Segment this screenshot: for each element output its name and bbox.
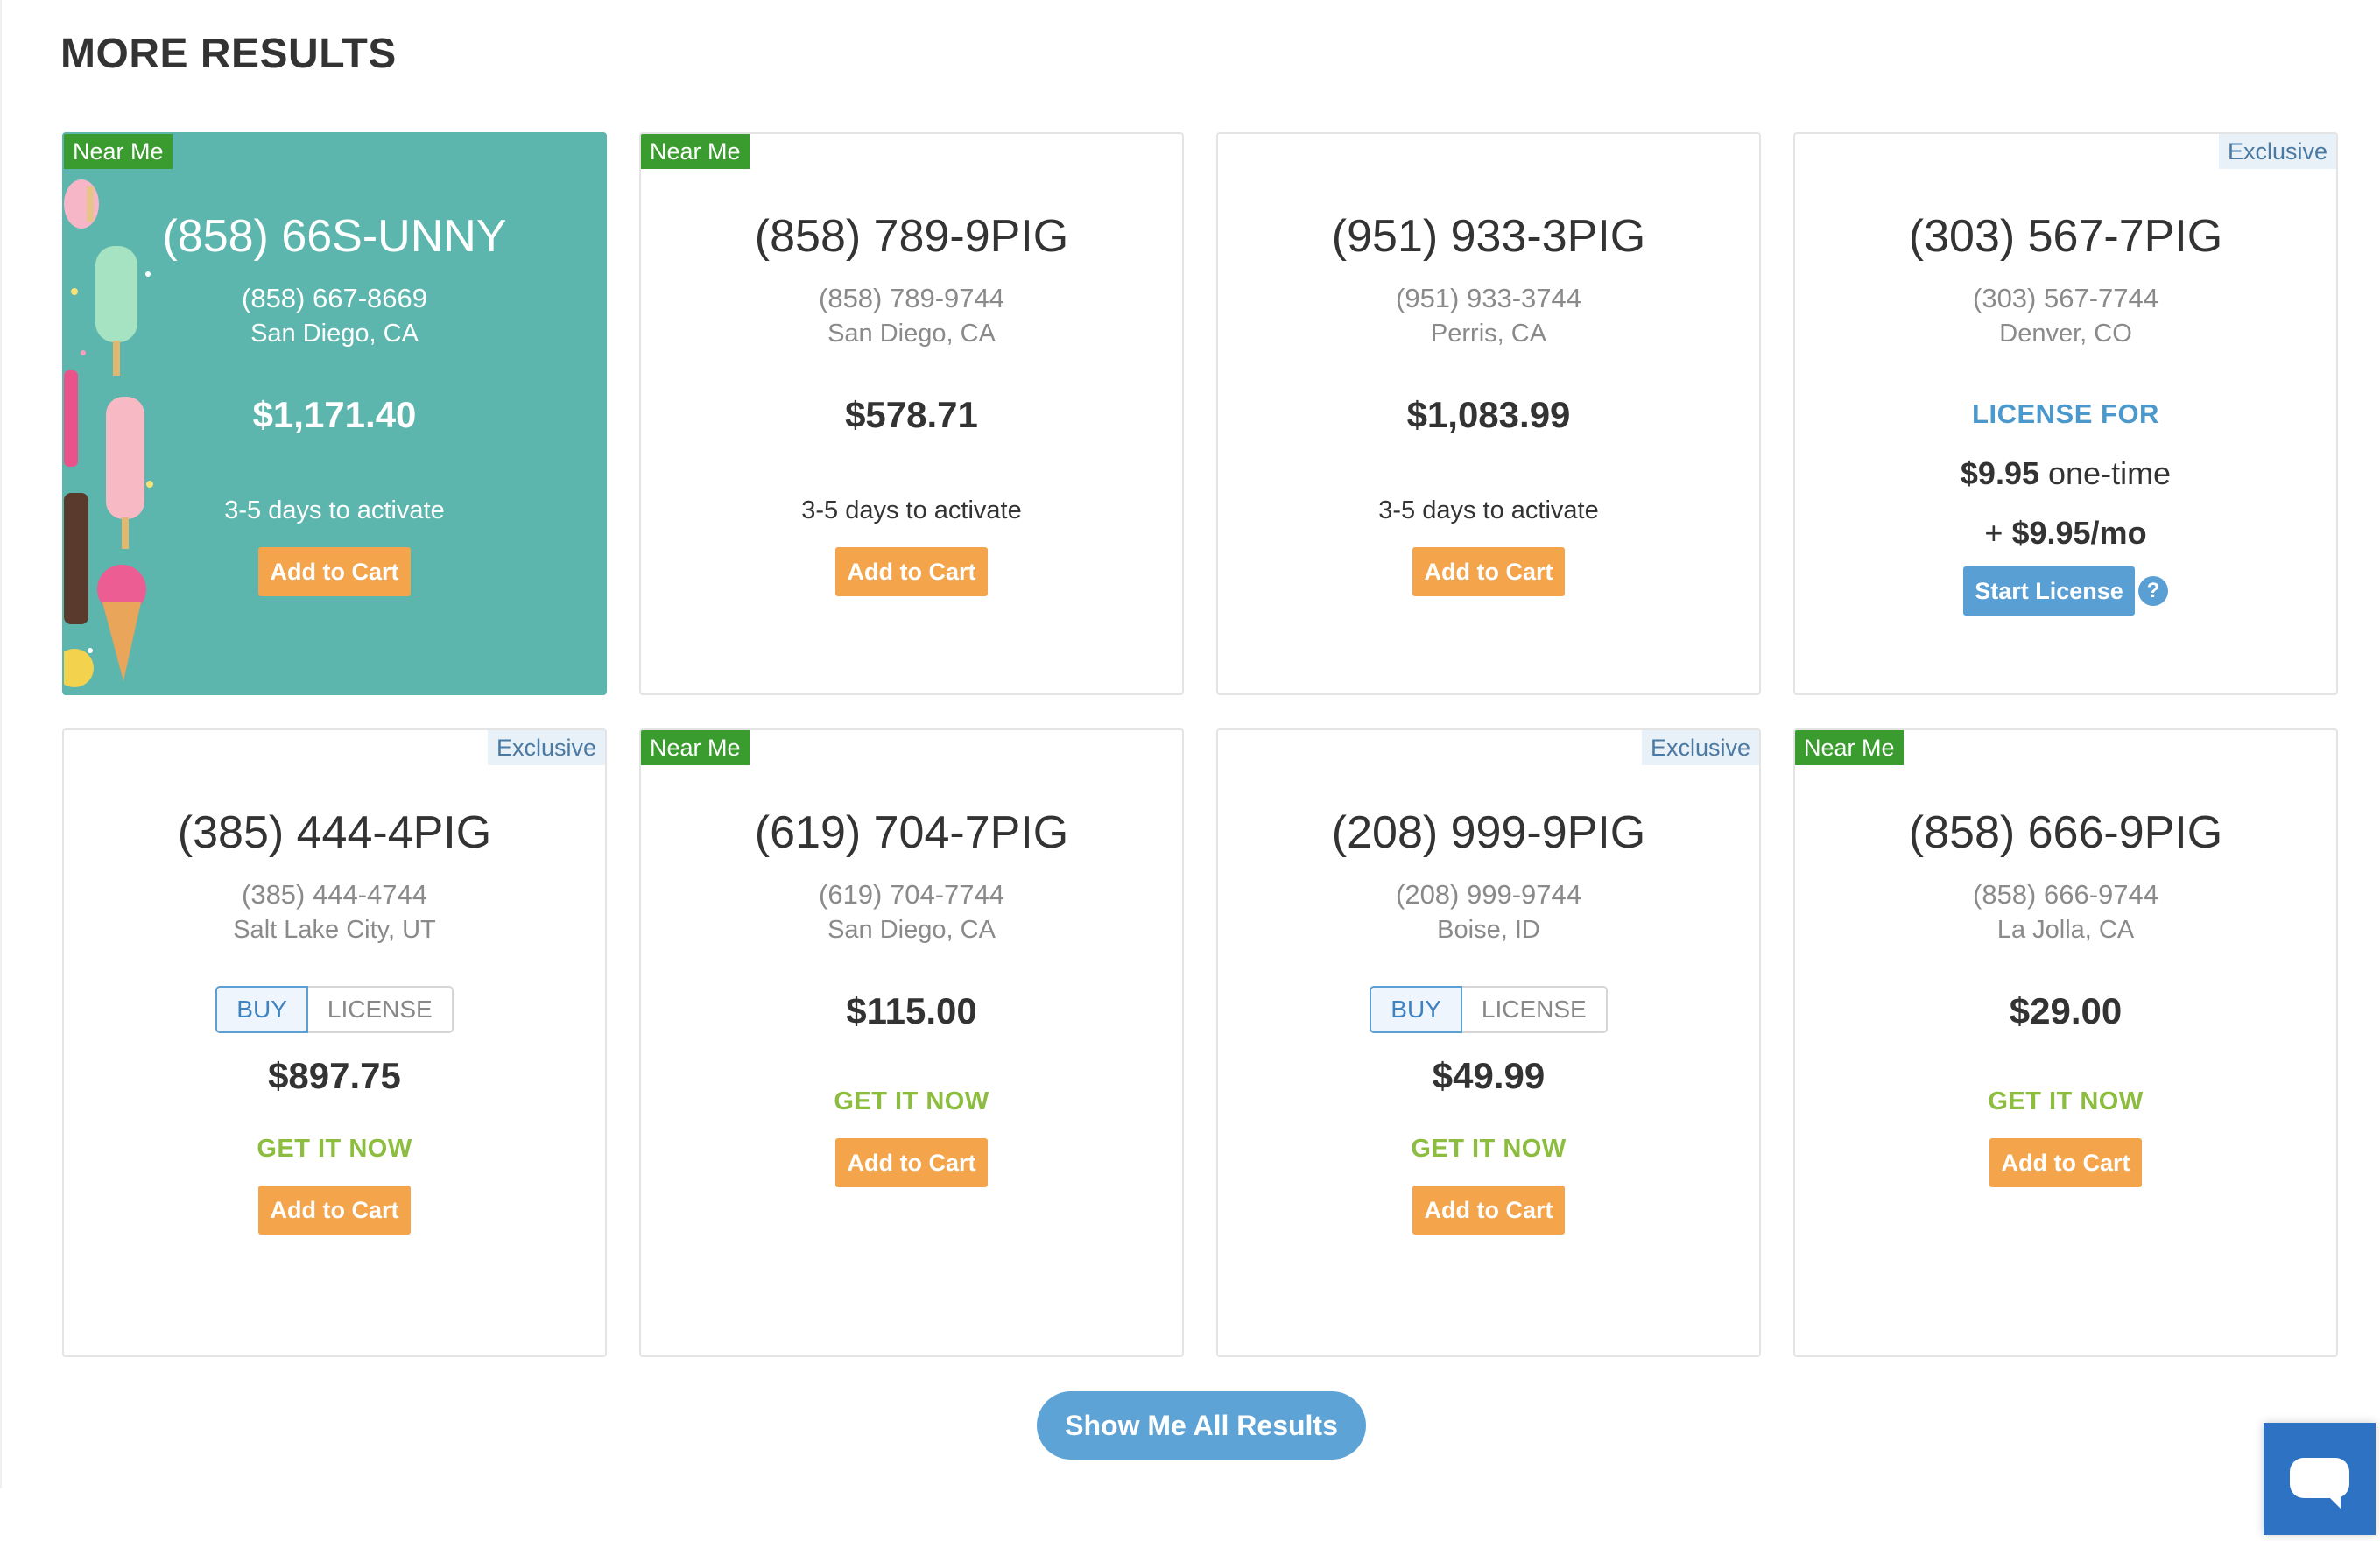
price: $1,171.40 [252,394,417,435]
location: Denver, CO [1999,320,2132,348]
chat-widget-button[interactable] [2264,1423,2376,1535]
license-monthly-price: + $9.95/mo [1984,515,2147,551]
add-to-cart-button[interactable]: Add to Cart [1412,547,1565,596]
price: $578.71 [845,394,978,435]
near-me-badge: Near Me [641,730,750,765]
location: San Diego, CA [827,916,996,944]
numeric-number: (303) 567-7744 [1973,283,2158,313]
numeric-number: (858) 666-9744 [1973,879,2158,910]
price: $115.00 [846,990,977,1031]
add-to-cart-button[interactable]: Add to Cart [835,547,988,596]
buy-tab[interactable]: BUY [1370,986,1462,1033]
add-to-cart-button[interactable]: Add to Cart [835,1138,988,1187]
get-it-now-label: GET IT NOW [1411,1135,1567,1163]
location: San Diego, CA [827,320,996,348]
result-card-license[interactable]: Exclusive (303) 567-7PIG (303) 567-7744 … [1793,132,2338,695]
price: $29.00 [2009,990,2123,1031]
vanity-number[interactable]: (858) 66S-UNNY [64,206,605,267]
get-it-now-label: GET IT NOW [1988,1087,2144,1115]
result-card[interactable]: Exclusive (385) 444-4PIG (385) 444-4744 … [62,728,607,1357]
result-card[interactable]: Near Me (858) 789-9PIG (858) 789-9744 Sa… [639,132,1184,695]
vanity-number[interactable]: (208) 999-9PIG [1218,802,1759,863]
result-card[interactable]: Exclusive (208) 999-9PIG (208) 999-9744 … [1216,728,1761,1357]
location: San Diego, CA [250,320,419,348]
chat-bubble-icon [2290,1458,2349,1509]
section-title: MORE RESULTS [60,31,397,77]
location: Salt Lake City, UT [233,916,436,944]
vanity-number[interactable]: (303) 567-7PIG [1795,206,2336,267]
help-icon[interactable]: ? [2138,576,2168,606]
location: La Jolla, CA [1996,916,2135,944]
buy-tab[interactable]: BUY [215,986,308,1033]
vanity-number[interactable]: (951) 933-3PIG [1218,206,1759,267]
near-me-badge: Near Me [64,134,173,169]
result-card[interactable]: Near Me (619) 704-7PIG (619) 704-7744 Sa… [639,728,1184,1357]
numeric-number: (858) 667-8669 [242,283,427,313]
exclusive-badge: Exclusive [2218,134,2336,169]
show-all-results-button[interactable]: Show Me All Results [1037,1391,1366,1460]
result-card[interactable]: (951) 933-3PIG (951) 933-3744 Perris, CA… [1216,132,1761,695]
activation-time: 3-5 days to activate [801,496,1022,524]
exclusive-badge: Exclusive [1641,730,1759,765]
numeric-number: (858) 789-9744 [819,283,1004,313]
numeric-number: (619) 704-7744 [819,879,1004,910]
buy-license-toggle: BUY LICENSE [215,986,454,1033]
license-tab[interactable]: LICENSE [307,986,454,1033]
activation-time: 3-5 days to activate [1378,496,1599,524]
price: $897.75 [268,1055,401,1096]
numeric-number: (951) 933-3744 [1396,283,1581,313]
results-grid: Near Me (858) 66S-UNNY (858) 667-8669 Sa… [62,132,2338,1357]
vanity-number[interactable]: (385) 444-4PIG [64,802,605,863]
buy-license-toggle: BUY LICENSE [1370,986,1608,1033]
get-it-now-label: GET IT NOW [257,1135,412,1163]
license-tab[interactable]: LICENSE [1461,986,1608,1033]
numeric-number: (208) 999-9744 [1396,879,1581,910]
price: $49.99 [1432,1055,1546,1096]
activation-time: 3-5 days to activate [224,496,445,524]
start-license-button[interactable]: Start License [1963,566,2135,616]
result-card-featured[interactable]: Near Me (858) 66S-UNNY (858) 667-8669 Sa… [62,132,607,695]
left-border [0,0,2,1488]
vanity-number[interactable]: (619) 704-7PIG [641,802,1182,863]
get-it-now-label: GET IT NOW [834,1087,989,1115]
license-one-time-price: $9.95 one-time [1960,455,2172,491]
add-to-cart-button[interactable]: Add to Cart [1412,1186,1565,1235]
location: Perris, CA [1430,320,1547,348]
exclusive-badge: Exclusive [487,730,605,765]
vanity-number[interactable]: (858) 666-9PIG [1795,802,2336,863]
license-for-label: LICENSE FOR [1972,398,2159,429]
add-to-cart-button[interactable]: Add to Cart [258,547,411,596]
vanity-number[interactable]: (858) 789-9PIG [641,206,1182,267]
near-me-badge: Near Me [1795,730,1904,765]
numeric-number: (385) 444-4744 [242,879,427,910]
add-to-cart-button[interactable]: Add to Cart [1989,1138,2142,1187]
result-card[interactable]: Near Me (858) 666-9PIG (858) 666-9744 La… [1793,728,2338,1357]
price: $1,083.99 [1406,394,1571,435]
near-me-badge: Near Me [641,134,750,169]
location: Boise, ID [1437,916,1540,944]
add-to-cart-button[interactable]: Add to Cart [258,1186,411,1235]
